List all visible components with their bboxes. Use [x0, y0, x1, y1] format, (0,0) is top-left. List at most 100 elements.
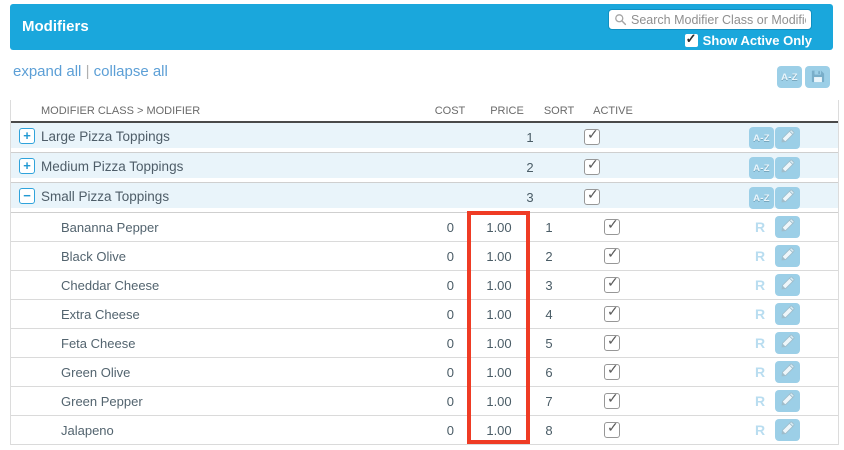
modifier-row: Cheddar Cheese 0 1.00 3 R — [11, 271, 838, 300]
cost-value: 0 — [446, 249, 454, 264]
modifier-row: Bananna Pepper 0 1.00 1 R — [11, 213, 838, 242]
sort-value: 3 — [545, 278, 553, 293]
edit-modifier-button[interactable] — [775, 332, 800, 354]
collapse-all-link[interactable]: collapse all — [94, 63, 168, 80]
recipe-button[interactable]: R — [755, 364, 765, 380]
price-value: 1.00 — [486, 423, 512, 438]
modifier-class-row: −Small Pizza Toppings 3 A-Z — [11, 183, 838, 213]
price-value: 1.00 — [486, 278, 512, 293]
active-checkbox[interactable] — [604, 419, 620, 438]
sort-value: 1 — [545, 220, 553, 235]
active-checkbox[interactable] — [604, 332, 620, 351]
search-input[interactable] — [631, 12, 806, 27]
modifiers-panel: Modifiers Show Active Only expand all | … — [10, 4, 839, 445]
collapse-class-icon[interactable]: − — [19, 188, 35, 204]
modifier-class-row: + Medium Pizza Toppings 2 A-Z — [11, 153, 838, 183]
panel-header: Modifiers Show Active Only — [10, 4, 833, 50]
active-checkbox[interactable] — [584, 186, 600, 205]
edit-modifier-button[interactable] — [775, 274, 800, 296]
edit-modifier-button[interactable] — [775, 245, 800, 267]
recipe-button[interactable]: R — [755, 422, 765, 438]
edit-modifier-button[interactable] — [775, 216, 800, 238]
az-label: A-Z — [753, 162, 770, 174]
modifier-name: Bananna Pepper — [61, 220, 159, 235]
modifier-class-name: Large Pizza Toppings — [41, 129, 170, 144]
modifier-name: Cheddar Cheese — [61, 278, 160, 293]
column-sort: SORT — [543, 105, 575, 117]
edit-class-button[interactable] — [775, 157, 800, 179]
modifier-name: Green Olive — [61, 365, 131, 380]
table-body: + Large Pizza Toppings 1 A-Z + Medium Pizza T… — [11, 123, 838, 445]
pencil-icon — [780, 363, 795, 381]
recipe-button[interactable]: R — [755, 393, 765, 409]
sort-value: 5 — [545, 336, 553, 351]
cost-value: 0 — [446, 278, 454, 293]
price-value: 1.00 — [486, 365, 512, 380]
modifier-name: Feta Cheese — [61, 336, 136, 351]
edit-modifier-button[interactable] — [775, 303, 800, 325]
sort-all-az-button[interactable]: A-Z — [777, 66, 802, 88]
modifier-name: Jalapeno — [61, 423, 114, 438]
pencil-icon — [780, 421, 795, 439]
recipe-button[interactable]: R — [755, 335, 765, 351]
cost-value: 0 — [446, 365, 454, 380]
recipe-button[interactable]: R — [755, 219, 765, 235]
pencil-icon — [780, 189, 795, 207]
active-checkbox[interactable] — [584, 156, 600, 175]
save-button[interactable] — [805, 66, 830, 88]
edit-modifier-button[interactable] — [775, 361, 800, 383]
price-value: 1.00 — [486, 249, 512, 264]
modifiers-table: MODIFIER CLASS > MODIFIER COST PRICE SOR… — [10, 100, 839, 445]
modifier-name: Black Olive — [61, 249, 127, 264]
modifier-row: Black Olive 0 1.00 2 R — [11, 242, 838, 271]
pencil-icon — [780, 129, 795, 147]
active-checkbox[interactable] — [604, 361, 620, 380]
expand-all-link[interactable]: expand all — [13, 63, 81, 80]
sort-value: 2 — [526, 160, 534, 175]
active-checkbox[interactable] — [604, 245, 620, 264]
modifier-row: Extra Cheese 0 1.00 4 R — [11, 300, 838, 329]
price-value: 1.00 — [486, 336, 512, 351]
modifier-row: Jalapeno 0 1.00 8 R — [11, 416, 838, 445]
az-label: A-Z — [753, 192, 770, 204]
show-active-only-label: Show Active Only — [702, 33, 812, 48]
modifier-row: Feta Cheese 0 1.00 5 R — [11, 329, 838, 358]
recipe-button[interactable]: R — [755, 306, 765, 322]
link-separator: | — [85, 63, 90, 80]
sort-class-az-button[interactable]: A-Z — [749, 127, 774, 149]
page-title: Modifiers — [22, 18, 89, 35]
active-checkbox[interactable] — [604, 216, 620, 235]
sort-class-az-button[interactable]: A-Z — [749, 187, 774, 209]
pencil-icon — [780, 247, 795, 265]
active-checkbox[interactable] — [604, 390, 620, 409]
save-icon — [811, 69, 825, 86]
show-active-only-checkbox[interactable] — [684, 31, 698, 47]
price-value: 1.00 — [486, 394, 512, 409]
table-header: MODIFIER CLASS > MODIFIER COST PRICE SOR… — [11, 100, 838, 123]
toolbar-buttons: A-Z — [777, 66, 830, 88]
column-cost: COST — [434, 105, 466, 117]
active-checkbox[interactable] — [604, 274, 620, 293]
price-value: 1.00 — [486, 220, 512, 235]
sort-class-az-button[interactable]: A-Z — [749, 157, 774, 179]
active-checkbox[interactable] — [584, 126, 600, 145]
active-checkbox[interactable] — [604, 303, 620, 322]
sort-value: 1 — [526, 130, 534, 145]
modifier-name: Extra Cheese — [61, 307, 140, 322]
cost-value: 0 — [446, 394, 454, 409]
edit-class-button[interactable] — [775, 187, 800, 209]
search-box — [608, 9, 812, 30]
modifier-row: Green Pepper 0 1.00 7 R — [11, 387, 838, 416]
pencil-icon — [780, 159, 795, 177]
edit-modifier-button[interactable] — [775, 390, 800, 412]
expand-class-icon[interactable]: + — [19, 128, 35, 144]
recipe-button[interactable]: R — [755, 248, 765, 264]
price-value: 1.00 — [486, 307, 512, 322]
modifier-class-name: Small Pizza Toppings — [41, 189, 170, 204]
show-active-only: Show Active Only — [684, 31, 812, 48]
edit-modifier-button[interactable] — [775, 419, 800, 441]
edit-class-button[interactable] — [775, 127, 800, 149]
recipe-button[interactable]: R — [755, 277, 765, 293]
expand-collapse-links: expand all | collapse all — [13, 63, 168, 80]
expand-class-icon[interactable]: + — [19, 158, 35, 174]
